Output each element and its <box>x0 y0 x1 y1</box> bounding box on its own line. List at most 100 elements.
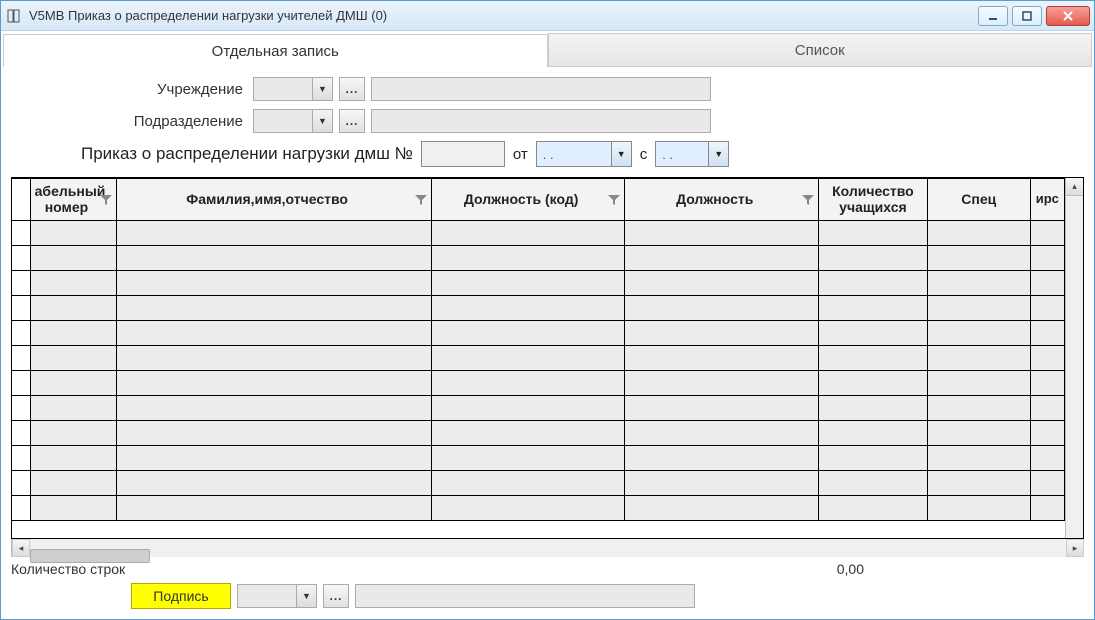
signature-name-field[interactable] <box>355 584 695 608</box>
table-cell[interactable] <box>117 321 432 346</box>
table-cell[interactable] <box>927 296 1030 321</box>
col-students-count[interactable]: Количество учащихся <box>818 179 927 221</box>
table-cell[interactable] <box>927 271 1030 296</box>
table-cell[interactable] <box>818 296 927 321</box>
signature-button[interactable]: Подпись <box>131 583 231 609</box>
table-cell[interactable] <box>625 396 819 421</box>
table-cell[interactable] <box>117 446 432 471</box>
table-cell[interactable] <box>818 221 927 246</box>
table-cell[interactable] <box>625 321 819 346</box>
table-cell[interactable] <box>818 471 927 496</box>
chevron-down-icon[interactable]: ▼ <box>611 142 631 166</box>
table-cell[interactable] <box>927 446 1030 471</box>
row-selector-header[interactable] <box>12 179 30 221</box>
signature-combo[interactable]: ▼ <box>237 584 317 608</box>
table-row[interactable] <box>12 446 1065 471</box>
chevron-down-icon[interactable]: ▼ <box>312 110 332 132</box>
table-cell[interactable] <box>431 471 625 496</box>
table-cell[interactable] <box>12 296 30 321</box>
table-cell[interactable] <box>625 421 819 446</box>
table-cell[interactable] <box>12 396 30 421</box>
table-cell[interactable] <box>625 271 819 296</box>
table-cell[interactable] <box>30 296 117 321</box>
table-cell[interactable] <box>431 346 625 371</box>
table-cell[interactable] <box>1030 371 1064 396</box>
table-row[interactable] <box>12 346 1065 371</box>
order-number-field[interactable] <box>421 141 505 167</box>
table-row[interactable] <box>12 221 1065 246</box>
scroll-left-button[interactable]: ◂ <box>12 539 30 557</box>
table-cell[interactable] <box>1030 396 1064 421</box>
table-cell[interactable] <box>431 246 625 271</box>
table-cell[interactable] <box>818 371 927 396</box>
minimize-button[interactable] <box>978 6 1008 26</box>
table-cell[interactable] <box>818 446 927 471</box>
department-name-field[interactable] <box>371 109 711 133</box>
col-extra[interactable]: ирс <box>1030 179 1064 221</box>
table-cell[interactable] <box>12 271 30 296</box>
table-cell[interactable] <box>625 371 819 396</box>
horizontal-scrollbar[interactable]: ◂ ▸ <box>11 539 1084 557</box>
table-cell[interactable] <box>818 421 927 446</box>
table-row[interactable] <box>12 296 1065 321</box>
department-browse-button[interactable]: ... <box>339 109 365 133</box>
table-cell[interactable] <box>117 246 432 271</box>
table-cell[interactable] <box>431 296 625 321</box>
table-row[interactable] <box>12 396 1065 421</box>
table-cell[interactable] <box>12 246 30 271</box>
date-from-field[interactable]: . . ▼ <box>536 141 632 167</box>
col-position[interactable]: Должность <box>625 179 819 221</box>
table-cell[interactable] <box>12 421 30 446</box>
chevron-down-icon[interactable]: ▼ <box>296 585 316 607</box>
table-cell[interactable] <box>927 371 1030 396</box>
table-cell[interactable] <box>30 271 117 296</box>
table-cell[interactable] <box>117 346 432 371</box>
filter-icon[interactable] <box>801 193 815 207</box>
table-cell[interactable] <box>625 221 819 246</box>
signature-browse-button[interactable]: ... <box>323 584 349 608</box>
hscroll-thumb[interactable] <box>30 549 150 563</box>
table-cell[interactable] <box>927 471 1030 496</box>
filter-icon[interactable] <box>99 193 113 207</box>
table-cell[interactable] <box>12 471 30 496</box>
chevron-down-icon[interactable]: ▼ <box>312 78 332 100</box>
table-cell[interactable] <box>117 396 432 421</box>
table-cell[interactable] <box>30 496 117 521</box>
table-cell[interactable] <box>30 221 117 246</box>
table-cell[interactable] <box>12 446 30 471</box>
table-cell[interactable] <box>1030 446 1064 471</box>
table-cell[interactable] <box>818 321 927 346</box>
table-cell[interactable] <box>30 346 117 371</box>
table-cell[interactable] <box>30 421 117 446</box>
maximize-button[interactable] <box>1012 6 1042 26</box>
close-button[interactable] <box>1046 6 1090 26</box>
table-row[interactable] <box>12 371 1065 396</box>
tab-single-record[interactable]: Отдельная запись <box>3 34 548 67</box>
vertical-scrollbar[interactable]: ▴ <box>1065 178 1084 538</box>
table-cell[interactable] <box>431 421 625 446</box>
table-cell[interactable] <box>1030 221 1064 246</box>
table-cell[interactable] <box>625 346 819 371</box>
table-cell[interactable] <box>431 496 625 521</box>
table-cell[interactable] <box>927 346 1030 371</box>
table-cell[interactable] <box>12 346 30 371</box>
table-row[interactable] <box>12 271 1065 296</box>
institution-browse-button[interactable]: ... <box>339 77 365 101</box>
table-cell[interactable] <box>30 446 117 471</box>
institution-name-field[interactable] <box>371 77 711 101</box>
table-cell[interactable] <box>1030 271 1064 296</box>
table-cell[interactable] <box>117 296 432 321</box>
table-cell[interactable] <box>30 471 117 496</box>
col-tab-no[interactable]: абельный номер <box>30 179 117 221</box>
vscroll-track[interactable] <box>1066 196 1083 538</box>
table-cell[interactable] <box>1030 471 1064 496</box>
table-cell[interactable] <box>431 396 625 421</box>
filter-icon[interactable] <box>607 193 621 207</box>
table-cell[interactable] <box>927 496 1030 521</box>
table-cell[interactable] <box>818 346 927 371</box>
table-cell[interactable] <box>1030 321 1064 346</box>
table-cell[interactable] <box>818 246 927 271</box>
table-cell[interactable] <box>431 221 625 246</box>
department-combo[interactable]: ▼ <box>253 109 333 133</box>
table-cell[interactable] <box>12 321 30 346</box>
